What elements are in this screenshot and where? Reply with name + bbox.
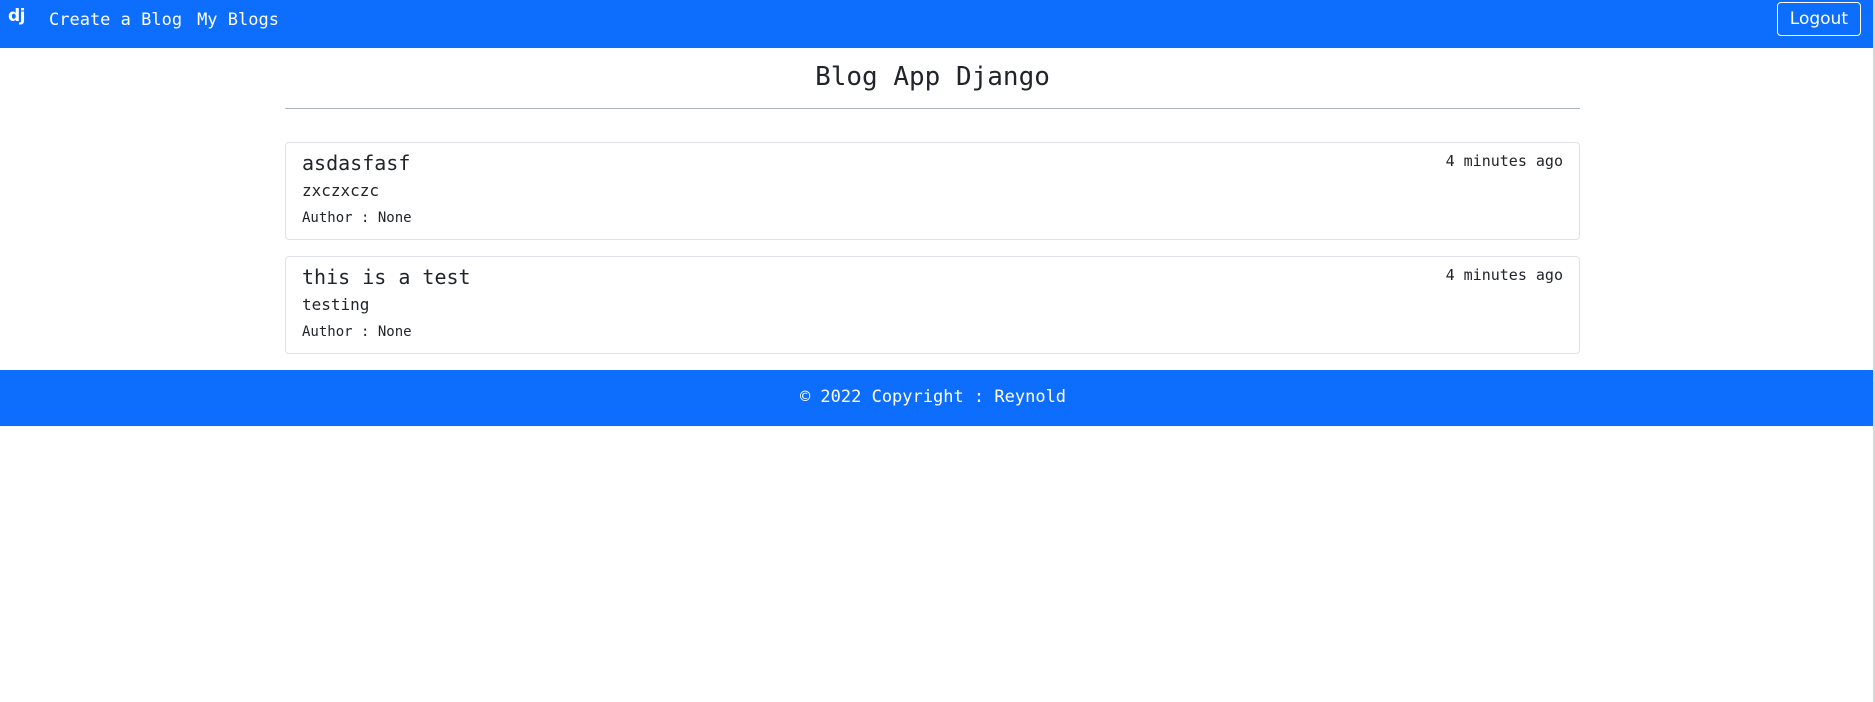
blog-card-title[interactable]: asdasfasf xyxy=(302,151,410,175)
nav-link-create-blog[interactable]: Create a Blog xyxy=(49,10,182,30)
title-divider xyxy=(285,108,1580,109)
blog-card[interactable]: asdasfasf 4 minutes ago zxczxczc Author … xyxy=(285,142,1580,240)
blog-card-body: zxczxczc xyxy=(302,181,380,200)
blog-card-author: Author : None xyxy=(302,210,412,226)
footer-copyright: © 2022 Copyright : Reynold xyxy=(799,387,1067,407)
brand-logo[interactable]: dj xyxy=(8,6,26,26)
blog-card-body: testing xyxy=(302,295,370,314)
logout-button[interactable]: Logout xyxy=(1776,2,1861,36)
blog-card[interactable]: this is a test 4 minutes ago testing Aut… xyxy=(285,256,1580,354)
nav-link-my-blogs[interactable]: My Blogs xyxy=(197,10,279,30)
page-title: Blog App Django xyxy=(815,62,1050,92)
footer: © 2022 Copyright : Reynold xyxy=(0,370,1873,426)
navbar: dj Create a Blog My Blogs Logout xyxy=(0,0,1873,48)
nav-links: Create a Blog My Blogs xyxy=(49,10,294,30)
page: dj Create a Blog My Blogs Logout Blog Ap… xyxy=(0,0,1875,702)
blog-card-title[interactable]: this is a test xyxy=(302,265,471,289)
blog-card-timestamp: 4 minutes ago xyxy=(1445,152,1563,170)
blog-card-timestamp: 4 minutes ago xyxy=(1445,266,1563,284)
blog-card-author: Author : None xyxy=(302,324,412,340)
